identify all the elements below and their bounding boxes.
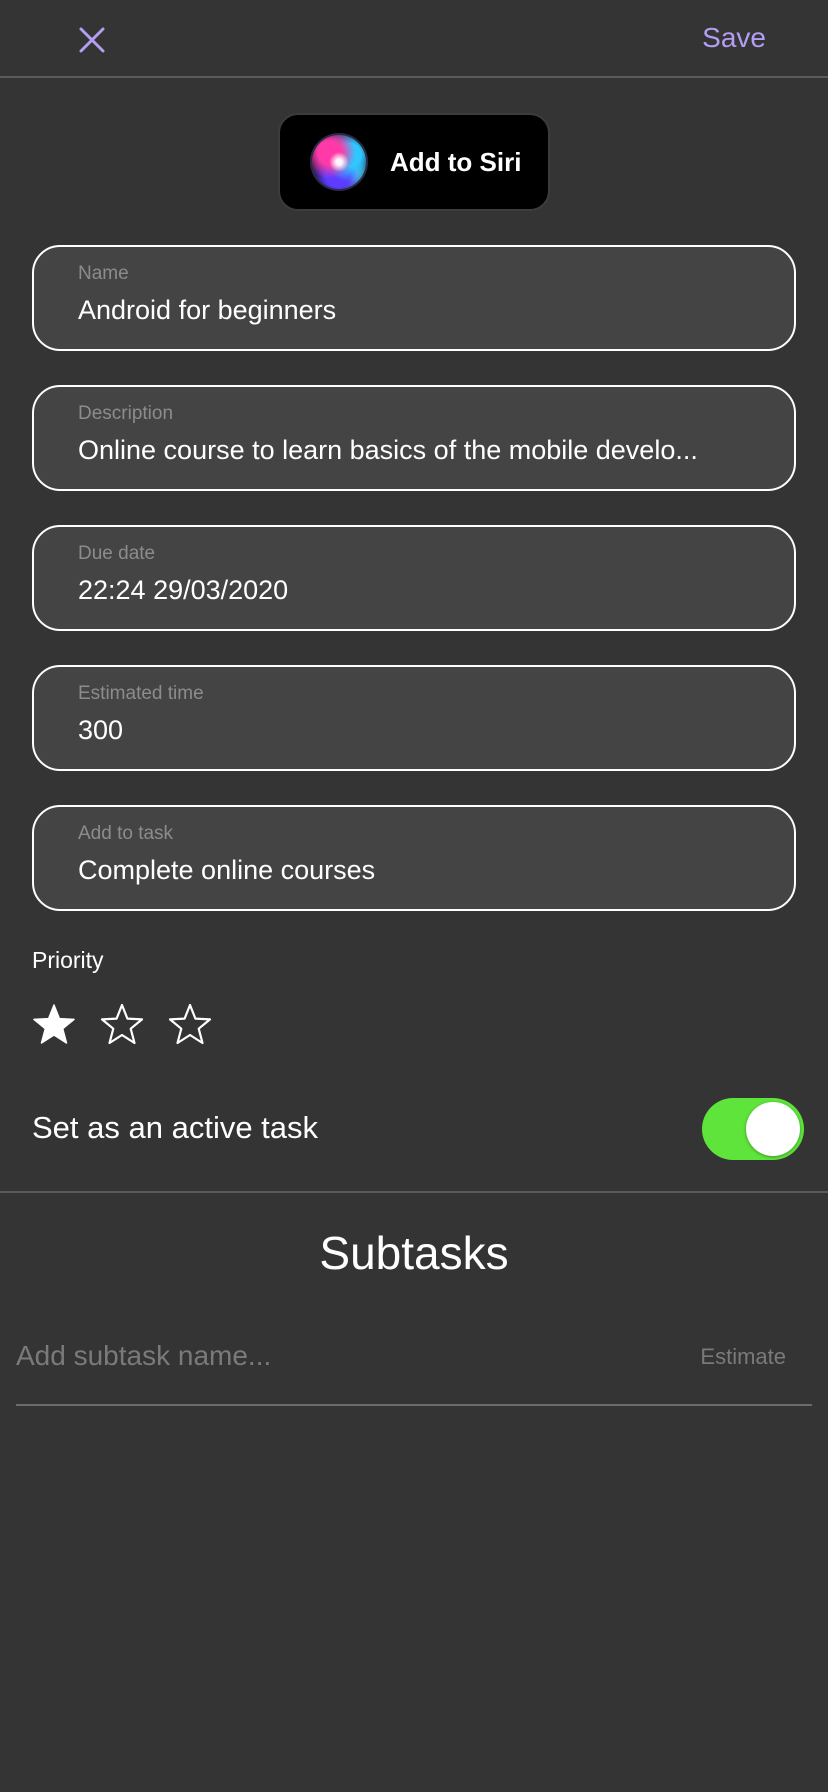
close-icon	[79, 27, 105, 53]
estimated-time-field-value: 300	[78, 715, 124, 745]
due-date-field-label: Due date	[78, 543, 156, 564]
star-outline-icon[interactable]	[168, 1002, 212, 1046]
name-field-label: Name	[78, 263, 129, 284]
estimated-time-field[interactable]: Estimated time 300	[32, 665, 796, 771]
due-date-field-value: 22:24 29/03/2020	[78, 575, 289, 605]
add-to-task-field-value: Complete online courses	[78, 855, 376, 885]
toggle-knob	[746, 1102, 800, 1156]
active-task-toggle[interactable]	[702, 1098, 804, 1160]
star-filled-icon[interactable]	[32, 1002, 76, 1046]
add-to-siri-button[interactable]: Add to Siri	[278, 113, 550, 211]
name-field-value: Android for beginners	[78, 295, 337, 325]
star-outline-icon[interactable]	[100, 1002, 144, 1046]
top-bar: Save	[0, 0, 828, 78]
estimated-time-field-label: Estimated time	[78, 683, 204, 704]
add-to-task-field[interactable]: Add to task Complete online courses	[32, 805, 796, 911]
close-button[interactable]	[72, 20, 112, 60]
due-date-field[interactable]: Due date 22:24 29/03/2020	[32, 525, 796, 631]
subtask-name-input[interactable]: Add subtask name...	[16, 1340, 536, 1372]
subtask-estimate-input[interactable]: Estimate	[700, 1344, 786, 1370]
add-to-siri-label: Add to Siri	[390, 146, 522, 177]
siri-icon	[310, 133, 368, 191]
active-task-label: Set as an active task	[32, 1110, 319, 1145]
save-button[interactable]: Save	[702, 22, 766, 54]
name-field[interactable]: Name Android for beginners	[32, 245, 796, 351]
subtask-input-underline	[16, 1404, 812, 1406]
description-field-value: Online course to learn basics of the mob…	[78, 435, 698, 465]
add-to-task-field-label: Add to task	[78, 823, 174, 844]
description-field[interactable]: Description Online course to learn basic…	[32, 385, 796, 491]
section-divider	[0, 1191, 828, 1193]
subtasks-title: Subtasks	[319, 1227, 509, 1279]
description-field-label: Description	[78, 403, 174, 424]
priority-stars	[32, 1002, 236, 1046]
priority-label: Priority	[32, 947, 104, 973]
